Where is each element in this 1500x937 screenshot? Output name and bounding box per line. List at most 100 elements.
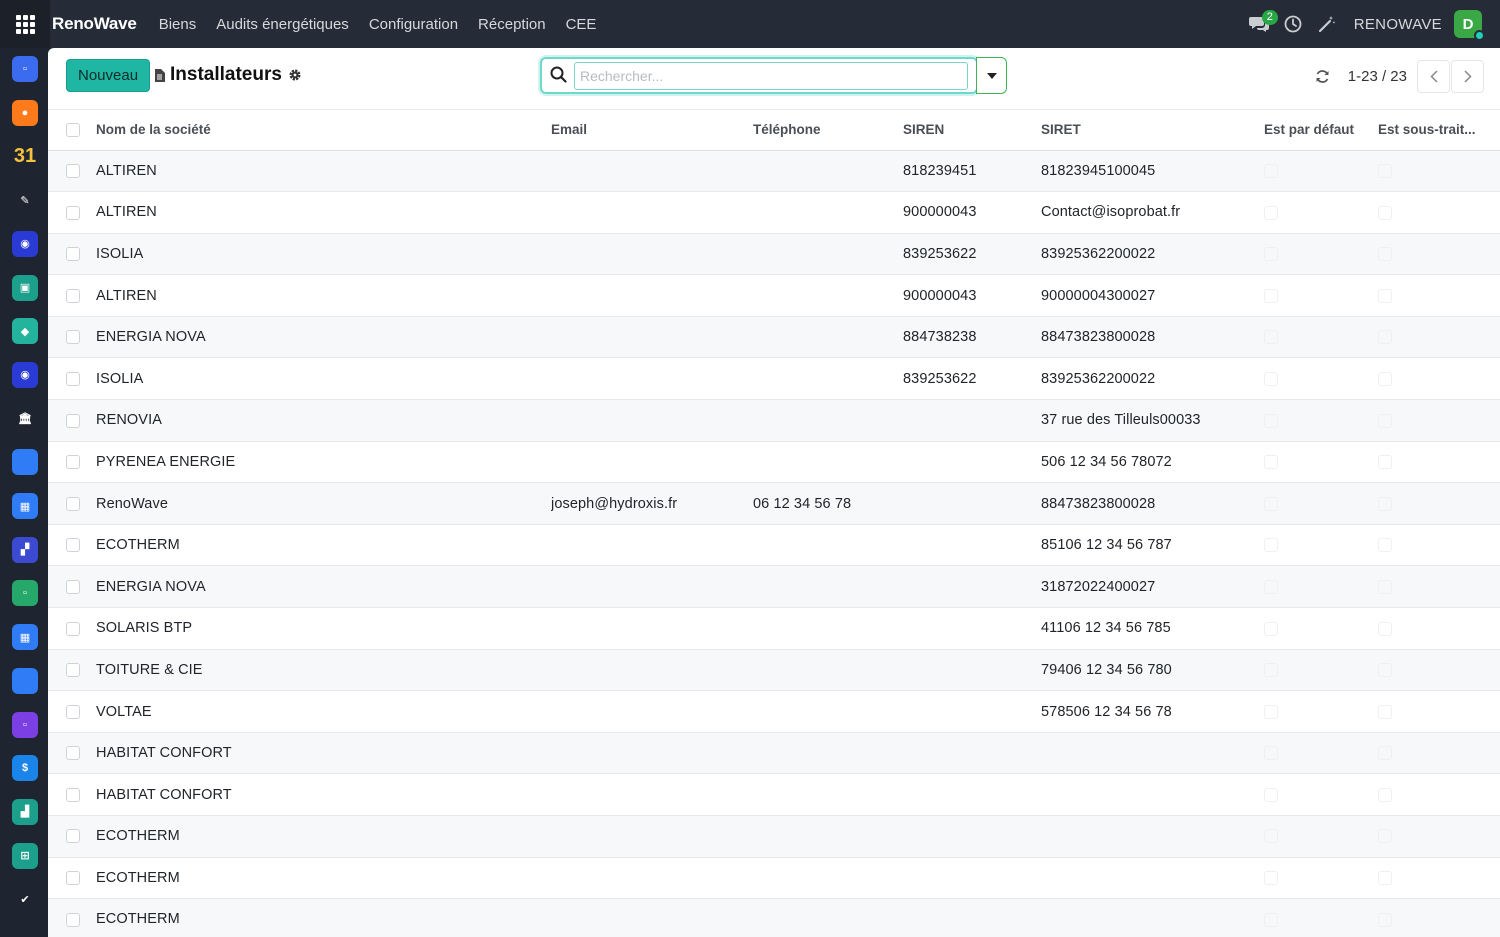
cell-name: ALTIREN: [96, 191, 551, 234]
row-checkbox[interactable]: [66, 787, 80, 802]
menu-item[interactable]: CEE: [556, 16, 607, 33]
app-icon-16[interactable]: $: [12, 755, 38, 782]
search-input[interactable]: [574, 62, 968, 90]
app-icon-bank[interactable]: 🏛: [12, 405, 38, 432]
app-icon-6[interactable]: ◆: [12, 318, 38, 345]
row-checkbox[interactable]: [66, 496, 80, 511]
subcontractor-checkbox: [1378, 330, 1392, 345]
app-icon-discuss[interactable]: ●: [12, 99, 38, 126]
table-row[interactable]: ECOTHERM 85106 12 34 56 787: [48, 524, 1500, 567]
row-checkbox[interactable]: [66, 205, 80, 220]
app-menu-button[interactable]: [0, 0, 50, 48]
search-options-toggle[interactable]: [976, 57, 1007, 94]
cell-siret: 79406 12 34 56 780: [1041, 649, 1264, 692]
menu-item[interactable]: Biens: [149, 16, 207, 33]
new-button[interactable]: Nouveau: [66, 59, 151, 92]
app-icon-sign[interactable]: ✎: [12, 187, 38, 214]
row-checkbox[interactable]: [66, 663, 80, 678]
caret-down-icon: [986, 72, 997, 79]
table-row[interactable]: HABITAT CONFORT: [48, 773, 1500, 816]
activity-button[interactable]: [1276, 0, 1310, 48]
chat-button[interactable]: 2: [1242, 0, 1278, 48]
menu-item[interactable]: Réception: [468, 16, 556, 33]
table-row[interactable]: SOLARIS BTP 41106 12 34 56 785: [48, 607, 1500, 650]
column-header-default[interactable]: Est par défaut: [1264, 110, 1378, 151]
row-checkbox[interactable]: [66, 704, 80, 719]
app-icon-1[interactable]: ▫: [12, 56, 38, 82]
app-icon-4[interactable]: ◉: [12, 230, 38, 257]
app-icon-agenda[interactable]: ▦: [12, 624, 38, 651]
row-checkbox[interactable]: [66, 871, 80, 886]
row-checkbox[interactable]: [66, 330, 80, 345]
app-icon-calendar[interactable]: 31: [12, 143, 38, 170]
app-icon-contacts[interactable]: ▣: [12, 274, 38, 301]
row-checkbox[interactable]: [66, 288, 80, 303]
menu-item[interactable]: Audits énergétiques: [206, 16, 359, 33]
app-icon-19[interactable]: ✔: [12, 886, 38, 913]
app-icon-dashboard[interactable]: ▞: [12, 536, 38, 563]
cell-subcontractor: [1378, 649, 1500, 692]
row-checkbox[interactable]: [66, 247, 80, 262]
row-checkbox[interactable]: [66, 621, 80, 636]
row-checkbox[interactable]: [66, 163, 80, 178]
table-row[interactable]: TOITURE & CIE 79406 12 34 56 780: [48, 649, 1500, 692]
column-header-subcontractor[interactable]: Est sous-trait...: [1378, 110, 1500, 151]
table-row[interactable]: ISOLIA 839253622 83925362200022: [48, 233, 1500, 276]
cell-subcontractor: [1378, 441, 1500, 484]
table-row[interactable]: RenoWave joseph@hydroxis.fr 06 12 34 56 78…: [48, 482, 1500, 525]
app-icon-12[interactable]: ▫: [12, 580, 38, 607]
menu-item[interactable]: Configuration: [359, 16, 468, 33]
row-checkbox[interactable]: [66, 371, 80, 386]
app-icon-15[interactable]: ▫: [12, 711, 38, 738]
row-checkbox[interactable]: [66, 579, 80, 594]
row-checkbox[interactable]: [66, 413, 80, 428]
app-icon-14[interactable]: [12, 667, 38, 694]
row-checkbox[interactable]: [66, 538, 80, 553]
app-icon-7[interactable]: ◉: [12, 361, 38, 388]
table-row[interactable]: PYRENEA ENERGIE 506 12 34 56 78072: [48, 441, 1500, 484]
brand-name[interactable]: RenoWave: [52, 14, 137, 34]
table-row[interactable]: ENERGIA NOVA 31872022400027: [48, 565, 1500, 609]
pager-value[interactable]: 1-23 / 23: [1348, 68, 1407, 85]
cell-subcontractor: [1378, 815, 1500, 858]
app-icon-17[interactable]: ▟: [12, 798, 38, 825]
row-checkbox[interactable]: [66, 455, 80, 470]
table-row[interactable]: ECOTHERM: [48, 898, 1500, 937]
user-avatar[interactable]: D: [1454, 10, 1485, 41]
cell-siret: 41106 12 34 56 785: [1041, 607, 1264, 650]
column-header-siret[interactable]: SIRET: [1041, 110, 1264, 151]
column-header-name[interactable]: Nom de la société: [96, 110, 551, 151]
company-switcher[interactable]: RENOWAVE: [1354, 16, 1442, 33]
cell-default: [1264, 316, 1378, 359]
gear-icon[interactable]: [288, 68, 302, 82]
column-header-phone[interactable]: Téléphone: [753, 110, 903, 151]
table-row[interactable]: ALTIREN 818239451 81823945100045: [48, 150, 1500, 193]
app-icon-planning[interactable]: ▦: [12, 493, 38, 519]
cell-name: ISOLIA: [96, 233, 551, 276]
table-row[interactable]: ECOTHERM: [48, 815, 1500, 858]
table-row[interactable]: ALTIREN 900000043 Contact@isoprobat.fr: [48, 191, 1500, 234]
row-checkbox[interactable]: [66, 829, 80, 844]
table-row[interactable]: ENERGIA NOVA 884738238 88473823800028: [48, 316, 1500, 359]
table-row[interactable]: ECOTHERM: [48, 857, 1500, 900]
app-icon-18[interactable]: ⊞: [12, 842, 38, 869]
cell-email: [551, 441, 753, 484]
select-all-checkbox[interactable]: [66, 123, 80, 138]
row-checkbox[interactable]: [66, 912, 80, 927]
pager-previous-button[interactable]: [1417, 59, 1450, 93]
default-checkbox: [1264, 912, 1278, 927]
table-row[interactable]: RENOVIA 37 rue des Tilleuls00033: [48, 399, 1500, 442]
app-icon-9[interactable]: [12, 449, 38, 476]
row-checkbox[interactable]: [66, 746, 80, 761]
column-header-siren[interactable]: SIREN: [903, 110, 1041, 151]
table-row[interactable]: ALTIREN 900000043 90000004300027: [48, 274, 1500, 317]
refresh-button[interactable]: [1308, 61, 1338, 91]
cell-siret: 37 rue des Tilleuls00033: [1041, 399, 1264, 442]
pager-next-button[interactable]: [1451, 59, 1484, 93]
table-row[interactable]: ISOLIA 839253622 83925362200022: [48, 357, 1500, 401]
magic-button[interactable]: [1310, 0, 1344, 48]
table-row[interactable]: HABITAT CONFORT: [48, 732, 1500, 775]
default-checkbox: [1264, 205, 1278, 220]
table-row[interactable]: VOLTAE 578506 12 34 56 78: [48, 690, 1500, 733]
column-header-email[interactable]: Email: [551, 110, 753, 151]
